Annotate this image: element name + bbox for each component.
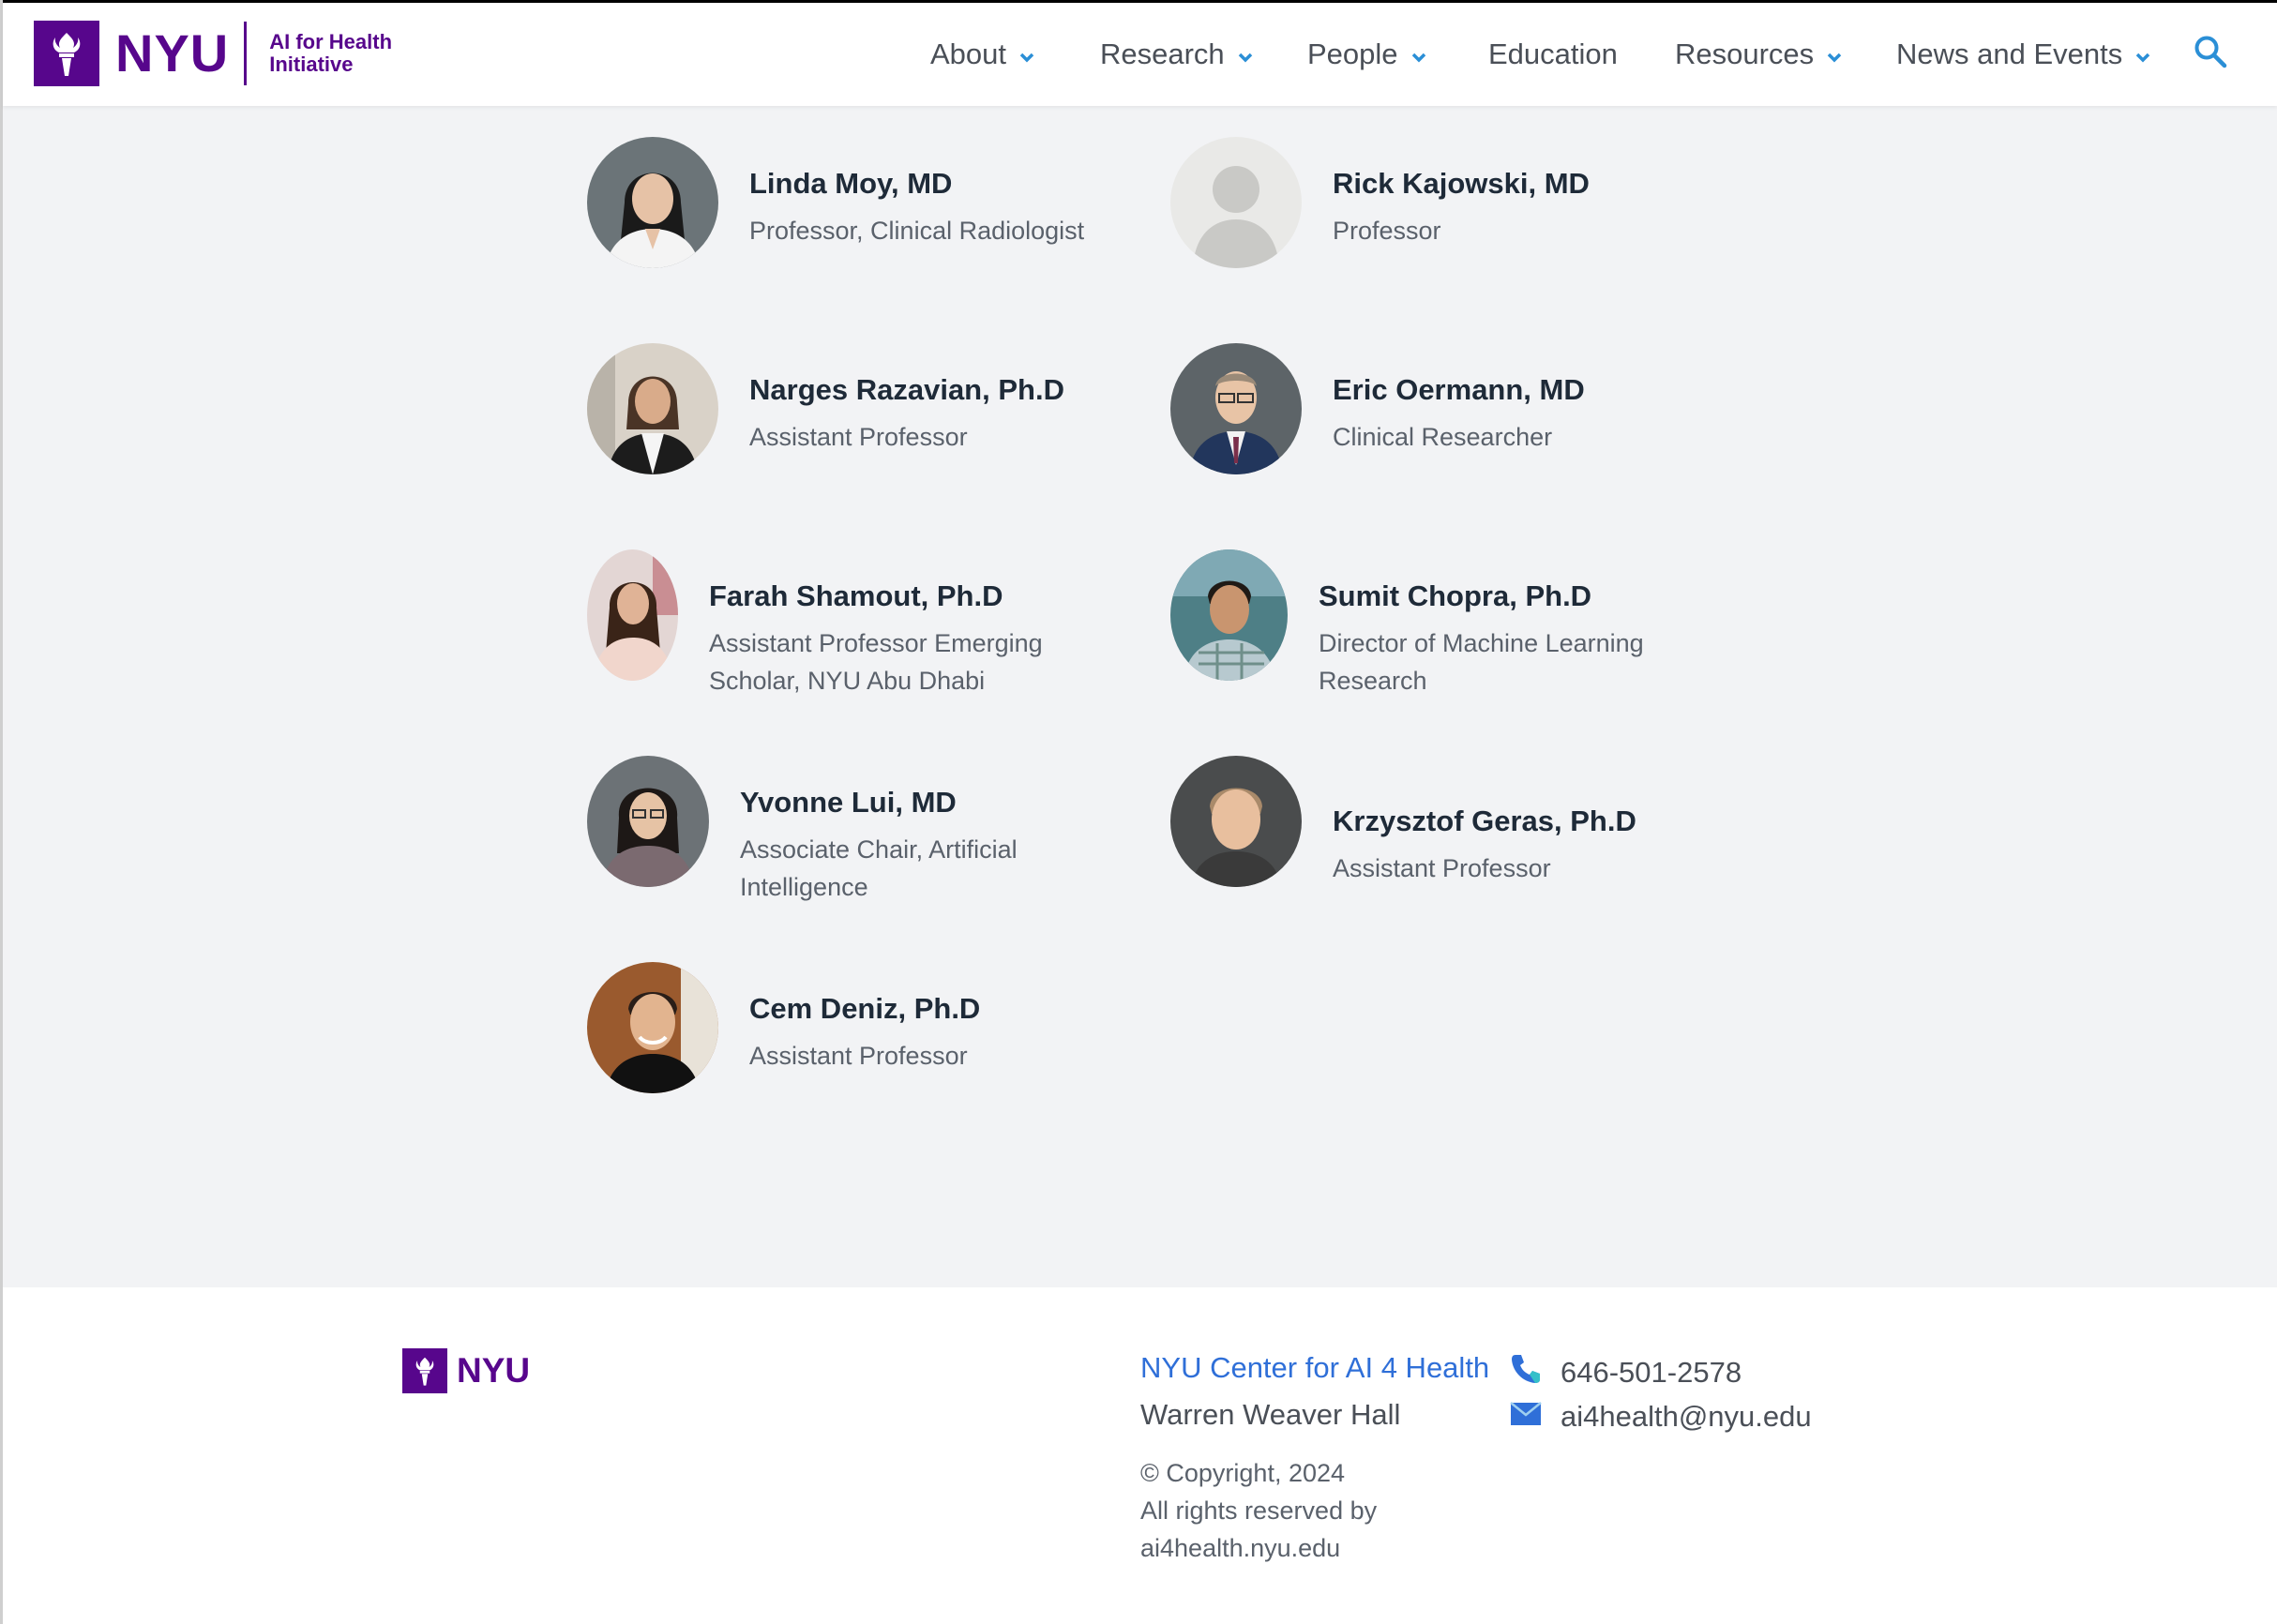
torch-icon [402, 1348, 447, 1393]
chevron-down-icon [1827, 38, 1842, 71]
person-role: Assistant Professor Emerging Scholar, NY… [709, 624, 1043, 699]
footer-center-link[interactable]: NYU Center for AI 4 Health [1140, 1351, 1489, 1385]
nav-item-education[interactable]: Education [1488, 38, 1618, 71]
avatar [587, 137, 718, 268]
nav-item-people[interactable]: People [1307, 38, 1426, 71]
person-name[interactable]: Sumit Chopra, Ph.D [1319, 578, 1644, 615]
person-role: Clinical Researcher [1333, 418, 1585, 456]
footer-email[interactable]: ai4health@nyu.edu [1510, 1400, 1812, 1434]
avatar [1170, 343, 1302, 474]
avatar [1170, 756, 1302, 887]
site-header: NYU AI for Health Initiative About Resea… [3, 3, 2277, 106]
person-role: Assistant Professor [749, 1037, 980, 1075]
people-section: Linda Moy, MD Professor, Clinical Radiol… [3, 106, 2277, 1287]
nav-label: Research [1100, 38, 1225, 70]
person-role: Assistant Professor [1333, 850, 1636, 887]
person-info: Eric Oermann, MD Clinical Researcher [1333, 343, 1585, 456]
person-name[interactable]: Cem Deniz, Ph.D [749, 990, 980, 1028]
person-role-line: Professor [1333, 217, 1441, 245]
person-info: Yvonne Lui, MD Associate Chair, Artifici… [740, 756, 1018, 906]
person-role-line: Scholar, NYU Abu Dhabi [709, 667, 986, 695]
person-role-line: Associate Chair, Artificial [740, 835, 1018, 864]
person-role-line: Intelligence [740, 873, 868, 901]
search-icon[interactable] [2194, 35, 2227, 73]
person-role-line: Assistant Professor [749, 423, 968, 451]
person-card[interactable]: Cem Deniz, Ph.D Assistant Professor [587, 962, 980, 1093]
avatar [587, 343, 718, 474]
main-nav: About Research People Education Resource… [3, 38, 2277, 75]
nav-label: Resources [1675, 38, 1815, 70]
person-name[interactable]: Yvonne Lui, MD [740, 784, 1018, 821]
copyright-line: © Copyright, 2024 [1140, 1459, 1346, 1487]
chevron-down-icon [1238, 38, 1253, 71]
copyright-line: All rights reserved by [1140, 1496, 1378, 1525]
person-name[interactable]: Rick Kajowski, MD [1333, 165, 1590, 203]
person-name[interactable]: Eric Oermann, MD [1333, 371, 1585, 409]
avatar [1170, 549, 1288, 681]
mail-icon [1510, 1400, 1542, 1434]
person-role: Director of Machine Learning Research [1319, 624, 1644, 699]
person-card[interactable]: Farah Shamout, Ph.D Assistant Professor … [587, 549, 1043, 699]
person-name[interactable]: Krzysztof Geras, Ph.D [1333, 803, 1636, 840]
person-role-line: Professor, Clinical Radiologist [749, 217, 1085, 245]
person-info: Rick Kajowski, MD Professor [1333, 137, 1590, 249]
nav-label: News and Events [1896, 38, 2123, 70]
footer-logo[interactable]: NYU [402, 1348, 530, 1393]
avatar [587, 549, 678, 681]
footer-address: Warren Weaver Hall [1140, 1398, 1401, 1431]
person-info: Linda Moy, MD Professor, Clinical Radiol… [749, 137, 1084, 249]
phone-number: 646-501-2578 [1561, 1356, 1742, 1389]
nav-item-resources[interactable]: Resources [1675, 38, 1842, 71]
chevron-down-icon [1411, 38, 1426, 71]
person-role-line: Director of Machine Learning [1319, 629, 1644, 657]
person-role: Associate Chair, Artificial Intelligence [740, 831, 1018, 906]
phone-icon [1510, 1353, 1542, 1392]
site-footer: NYU NYU Center for AI 4 Health Warren We… [3, 1287, 2277, 1624]
chevron-down-icon [2135, 38, 2150, 71]
copyright-line: ai4health.nyu.edu [1140, 1534, 1341, 1562]
person-role-line: Assistant Professor [749, 1042, 968, 1070]
person-card[interactable]: Rick Kajowski, MD Professor [1170, 137, 1590, 268]
person-role: Assistant Professor [749, 418, 1064, 456]
person-role: Professor [1333, 212, 1590, 249]
email-address: ai4health@nyu.edu [1561, 1400, 1812, 1433]
person-card[interactable]: Eric Oermann, MD Clinical Researcher [1170, 343, 1585, 474]
person-card[interactable]: Krzysztof Geras, Ph.D Assistant Professo… [1170, 756, 1636, 887]
person-card[interactable]: Sumit Chopra, Ph.D Director of Machine L… [1170, 549, 1644, 699]
footer-phone[interactable]: 646-501-2578 [1510, 1353, 1742, 1392]
person-info: Farah Shamout, Ph.D Assistant Professor … [709, 549, 1043, 699]
person-name[interactable]: Farah Shamout, Ph.D [709, 578, 1043, 615]
chevron-down-icon [1019, 38, 1034, 71]
person-role: Professor, Clinical Radiologist [749, 212, 1084, 249]
person-card[interactable]: Narges Razavian, Ph.D Assistant Professo… [587, 343, 1064, 474]
nav-item-news-and-events[interactable]: News and Events [1896, 38, 2150, 71]
person-card[interactable]: Linda Moy, MD Professor, Clinical Radiol… [587, 137, 1084, 268]
person-name[interactable]: Narges Razavian, Ph.D [749, 371, 1064, 409]
person-role-line: Assistant Professor Emerging [709, 629, 1043, 657]
nav-label: Education [1488, 38, 1618, 70]
avatar [1170, 137, 1302, 268]
person-info: Cem Deniz, Ph.D Assistant Professor [749, 962, 980, 1075]
person-info: Narges Razavian, Ph.D Assistant Professo… [749, 343, 1064, 456]
nav-item-about[interactable]: About [930, 38, 1034, 71]
person-role-line: Assistant Professor [1333, 854, 1551, 882]
nav-label: About [930, 38, 1007, 70]
person-role-line: Research [1319, 667, 1427, 695]
person-card[interactable]: Yvonne Lui, MD Associate Chair, Artifici… [587, 756, 1018, 906]
footer-logo-text: NYU [457, 1351, 531, 1390]
nav-item-research[interactable]: Research [1100, 38, 1253, 71]
nav-label: People [1307, 38, 1398, 70]
avatar [587, 756, 709, 887]
footer-copyright: © Copyright, 2024 All rights reserved by… [1140, 1454, 1478, 1567]
person-info: Sumit Chopra, Ph.D Director of Machine L… [1319, 549, 1644, 699]
person-name[interactable]: Linda Moy, MD [749, 165, 1084, 203]
avatar [587, 962, 718, 1093]
person-info: Krzysztof Geras, Ph.D Assistant Professo… [1333, 756, 1636, 887]
person-role-line: Clinical Researcher [1333, 423, 1553, 451]
